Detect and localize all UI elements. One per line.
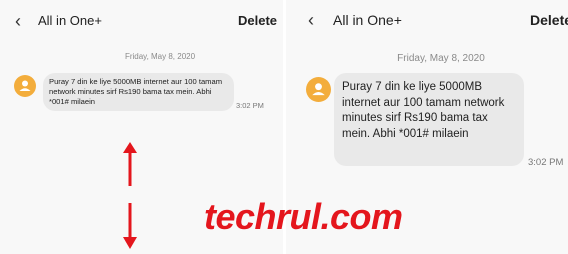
delete-button[interactable]: Delete	[530, 12, 568, 28]
arrow-up-icon	[123, 142, 137, 186]
sender-avatar[interactable]	[306, 77, 331, 102]
message-bubble[interactable]: Puray 7 din ke liye 5000MB internet aur …	[334, 73, 524, 166]
message-time: 3:02 PM	[236, 101, 264, 110]
person-icon	[19, 80, 31, 91]
date-separator: Friday, May 8, 2020	[124, 52, 196, 61]
watermark-logo: techrul.com	[204, 196, 403, 237]
message-time: 3:02 PM	[528, 157, 564, 168]
delete-button[interactable]: Delete	[238, 13, 277, 28]
conversation-title: All in One+	[333, 12, 402, 28]
message-bubble[interactable]: Puray 7 din ke liye 5000MB internet aur …	[43, 73, 234, 111]
chevron-left-icon[interactable]: ‹	[15, 12, 21, 30]
arrow-down-icon	[123, 203, 137, 249]
chevron-left-icon[interactable]: ‹	[308, 11, 314, 29]
person-icon	[312, 83, 325, 96]
conversation-title: All in One+	[38, 13, 102, 28]
sender-avatar[interactable]	[14, 75, 36, 97]
date-separator: Friday, May 8, 2020	[397, 53, 485, 64]
